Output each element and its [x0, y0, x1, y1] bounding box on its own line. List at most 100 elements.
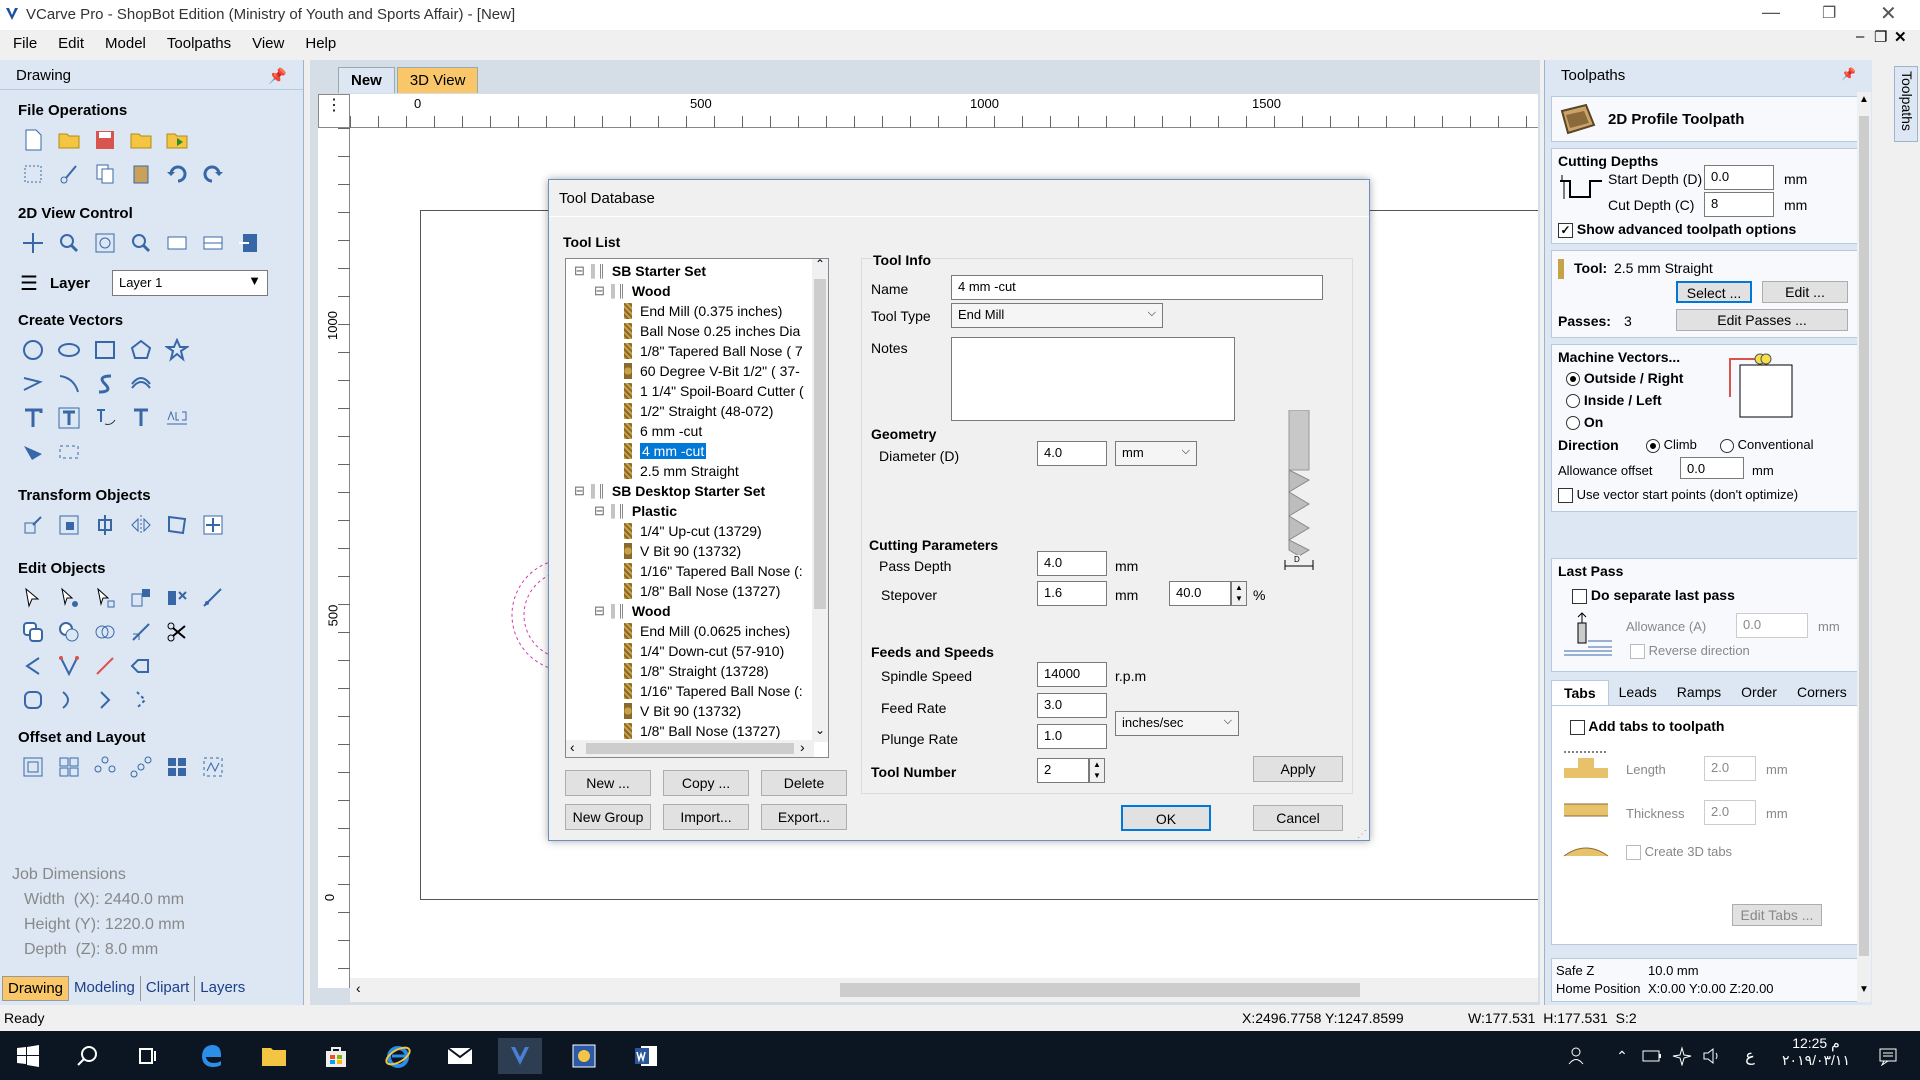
- inside-left-row[interactable]: Inside / Left: [1566, 392, 1662, 409]
- advanced-options-checkbox[interactable]: ✓: [1558, 222, 1573, 238]
- new-file-icon[interactable]: [20, 127, 46, 153]
- advanced-options-row[interactable]: ✓ Show advanced toolpath options: [1558, 221, 1796, 238]
- smooth-icon[interactable]: [20, 687, 46, 713]
- view-material-icon[interactable]: [164, 230, 190, 256]
- search-icon[interactable]: [70, 1038, 106, 1074]
- view-layout-icon[interactable]: [200, 230, 226, 256]
- align-icon[interactable]: [92, 512, 118, 538]
- add-tabs-checkbox[interactable]: [1570, 719, 1585, 735]
- restore-icon[interactable]: ❐: [1822, 3, 1836, 23]
- tree-group[interactable]: ⊟ ║║ Wood: [568, 281, 828, 301]
- on-row[interactable]: On: [1566, 414, 1603, 431]
- close-icon[interactable]: ✕: [1880, 1, 1897, 26]
- language-indicator[interactable]: ع: [1732, 1038, 1768, 1074]
- tree-tool-item[interactable]: V Bit 90 (13732): [568, 701, 828, 721]
- ruler-corner[interactable]: ⋮: [318, 94, 350, 128]
- tab-modeling[interactable]: Modeling: [69, 976, 141, 1001]
- node-edit-icon[interactable]: [56, 585, 82, 611]
- ellipse-icon[interactable]: [56, 337, 82, 363]
- tree-tool-item[interactable]: End Mill (0.0625 inches): [568, 621, 828, 641]
- scroll-left-icon[interactable]: ‹: [570, 739, 575, 755]
- plunge-rate-input[interactable]: 1.0: [1037, 724, 1107, 749]
- trim-icon[interactable]: [164, 619, 190, 645]
- tree-group[interactable]: ⊟ ║║ Plastic: [568, 501, 828, 521]
- edit-tabs-button[interactable]: Edit Tabs ...: [1732, 904, 1822, 926]
- tab-ramps[interactable]: Ramps: [1667, 680, 1731, 705]
- create-3d-tabs-row[interactable]: Create 3D tabs: [1626, 844, 1732, 861]
- stepover-input[interactable]: 1.6: [1037, 581, 1107, 606]
- pointer-icon[interactable]: [20, 585, 46, 611]
- tree-tool-item[interactable]: 6 mm -cut: [568, 421, 828, 441]
- notifications-icon[interactable]: [1870, 1038, 1906, 1074]
- delete-nodes-icon[interactable]: [164, 585, 190, 611]
- tree-tool-item[interactable]: 1/8" Ball Nose (13727): [568, 581, 828, 601]
- collapse-icon[interactable]: ⊟: [594, 283, 605, 299]
- offset-icon[interactable]: [20, 754, 46, 780]
- text-icon[interactable]: [20, 405, 46, 431]
- tree-tool-item[interactable]: End Mill (0.375 inches): [568, 301, 828, 321]
- extend-icon[interactable]: [56, 687, 82, 713]
- pass-depth-input[interactable]: 4.0: [1037, 551, 1107, 576]
- nesting-icon[interactable]: [164, 754, 190, 780]
- select-all-icon[interactable]: [20, 161, 46, 187]
- curve-icon[interactable]: [92, 371, 118, 397]
- pin-icon[interactable]: 📌: [268, 67, 287, 85]
- tool-type-select[interactable]: End Mill ⌵: [951, 303, 1163, 328]
- join-open-icon[interactable]: [20, 653, 46, 679]
- export-button[interactable]: Export...: [761, 804, 847, 830]
- redo-icon[interactable]: [200, 161, 226, 187]
- scroll-thumb[interactable]: [840, 983, 1360, 997]
- spindle-speed-input[interactable]: 14000: [1037, 662, 1107, 687]
- text-on-curve-icon[interactable]: [92, 405, 118, 431]
- tree-v-scrollbar[interactable]: ⌃ ⌄: [812, 259, 828, 742]
- intersect-icon[interactable]: [92, 619, 118, 645]
- weld-icon[interactable]: [20, 619, 46, 645]
- tree-tool-item[interactable]: 4 mm -cut: [568, 441, 828, 461]
- pan-icon[interactable]: [20, 230, 46, 256]
- feed-rate-input[interactable]: 3.0: [1037, 693, 1107, 718]
- outside-right-radio[interactable]: [1566, 372, 1580, 387]
- task-view-icon[interactable]: [130, 1038, 166, 1074]
- scroll-left-icon[interactable]: ‹: [356, 980, 361, 996]
- file-explorer-icon[interactable]: [256, 1038, 292, 1074]
- tab-clipart[interactable]: Clipart: [141, 976, 196, 1001]
- right-panel-scrollbar[interactable]: ▲ ▼: [1857, 92, 1871, 1002]
- layer-select[interactable]: Layer 1 ▼: [111, 270, 268, 296]
- clock[interactable]: 12:25 م ۲۰۱۹/۰۳/۱۱: [1776, 1035, 1856, 1069]
- diameter-unit-select[interactable]: mm ⌵: [1115, 441, 1197, 466]
- scroll-up-icon[interactable]: ▲: [1859, 94, 1869, 105]
- circle-icon[interactable]: [20, 337, 46, 363]
- move-icon[interactable]: [20, 512, 46, 538]
- menu-file[interactable]: File: [0, 30, 45, 52]
- tool-name-input[interactable]: 4 mm -cut: [951, 275, 1323, 300]
- separate-pass-checkbox[interactable]: [1572, 588, 1587, 604]
- stepover-spinner[interactable]: ▲ ▼: [1231, 581, 1247, 606]
- view-toggle-icon[interactable]: [236, 230, 262, 256]
- import-button[interactable]: Import...: [663, 804, 749, 830]
- collapse-icon[interactable]: ⊟: [594, 503, 605, 519]
- join-closed-icon[interactable]: [56, 653, 82, 679]
- collapse-icon[interactable]: ⊟: [574, 483, 585, 499]
- store-icon[interactable]: [318, 1038, 354, 1074]
- diameter-input[interactable]: 4.0: [1037, 441, 1107, 466]
- tree-h-thumb[interactable]: [586, 743, 794, 754]
- collapse-icon[interactable]: ⊟: [594, 603, 605, 619]
- measure-tool-icon[interactable]: [200, 585, 226, 611]
- allowance-offset-input[interactable]: 0.0: [1680, 457, 1744, 479]
- tree-tool-item[interactable]: 2.5 mm Straight: [568, 461, 828, 481]
- tool-select-button[interactable]: Select ...: [1676, 281, 1752, 303]
- create-3d-tabs-checkbox[interactable]: [1626, 845, 1641, 861]
- scroll-right-icon[interactable]: ›: [800, 739, 805, 755]
- copy-along-icon[interactable]: [128, 754, 154, 780]
- rate-unit-select[interactable]: inches/sec ⌵: [1115, 711, 1239, 736]
- tab-tabs[interactable]: Tabs: [1551, 680, 1609, 705]
- menu-toolpaths[interactable]: Toolpaths: [154, 30, 239, 52]
- tree-group[interactable]: ⊟ ║║ Wood: [568, 601, 828, 621]
- tree-tool-item[interactable]: 1/8" Tapered Ball Nose ( 7: [568, 341, 828, 361]
- delete-tool-button[interactable]: Delete: [761, 770, 847, 796]
- cancel-button[interactable]: Cancel: [1253, 805, 1343, 831]
- cut-depth-input[interactable]: 8: [1704, 192, 1774, 217]
- conventional-radio[interactable]: [1720, 438, 1734, 453]
- notes-textarea[interactable]: [951, 337, 1235, 421]
- new-group-button[interactable]: New Group: [565, 804, 651, 830]
